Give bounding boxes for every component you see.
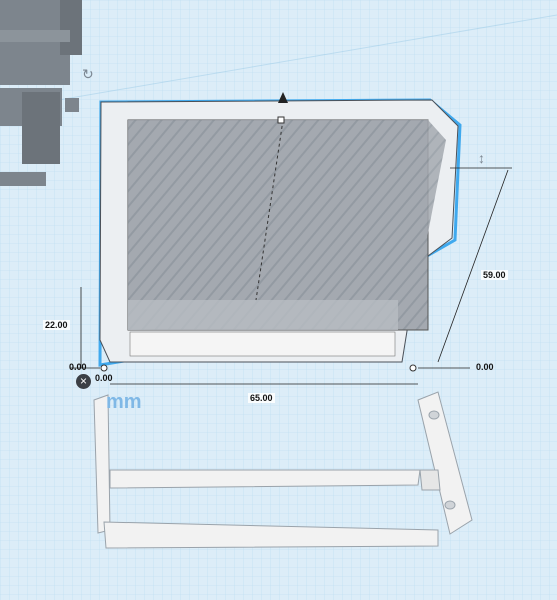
rotate-arrow-icon[interactable]: ↻ xyxy=(82,66,94,83)
ruler-unit-label: mm xyxy=(106,391,142,413)
dim-width-bottom[interactable]: 65.00 xyxy=(248,393,275,403)
dim-origin-y[interactable]: 0.00 xyxy=(95,373,113,383)
anchor-point[interactable] xyxy=(409,364,417,372)
workplane-canvas[interactable] xyxy=(0,0,557,600)
dim-origin-x[interactable]: 0.00 xyxy=(69,362,87,372)
rotate-arrow-icon-right[interactable]: ↕ xyxy=(478,150,485,166)
dim-height-top[interactable]: 59.00 xyxy=(481,270,508,280)
dim-height-left[interactable]: 22.00 xyxy=(43,320,70,330)
part-selected-frame[interactable] xyxy=(99,92,459,363)
close-icon[interactable]: × xyxy=(76,374,91,389)
anchor-point-origin[interactable] xyxy=(100,364,108,372)
dim-right-offset[interactable]: 0.00 xyxy=(476,362,494,372)
